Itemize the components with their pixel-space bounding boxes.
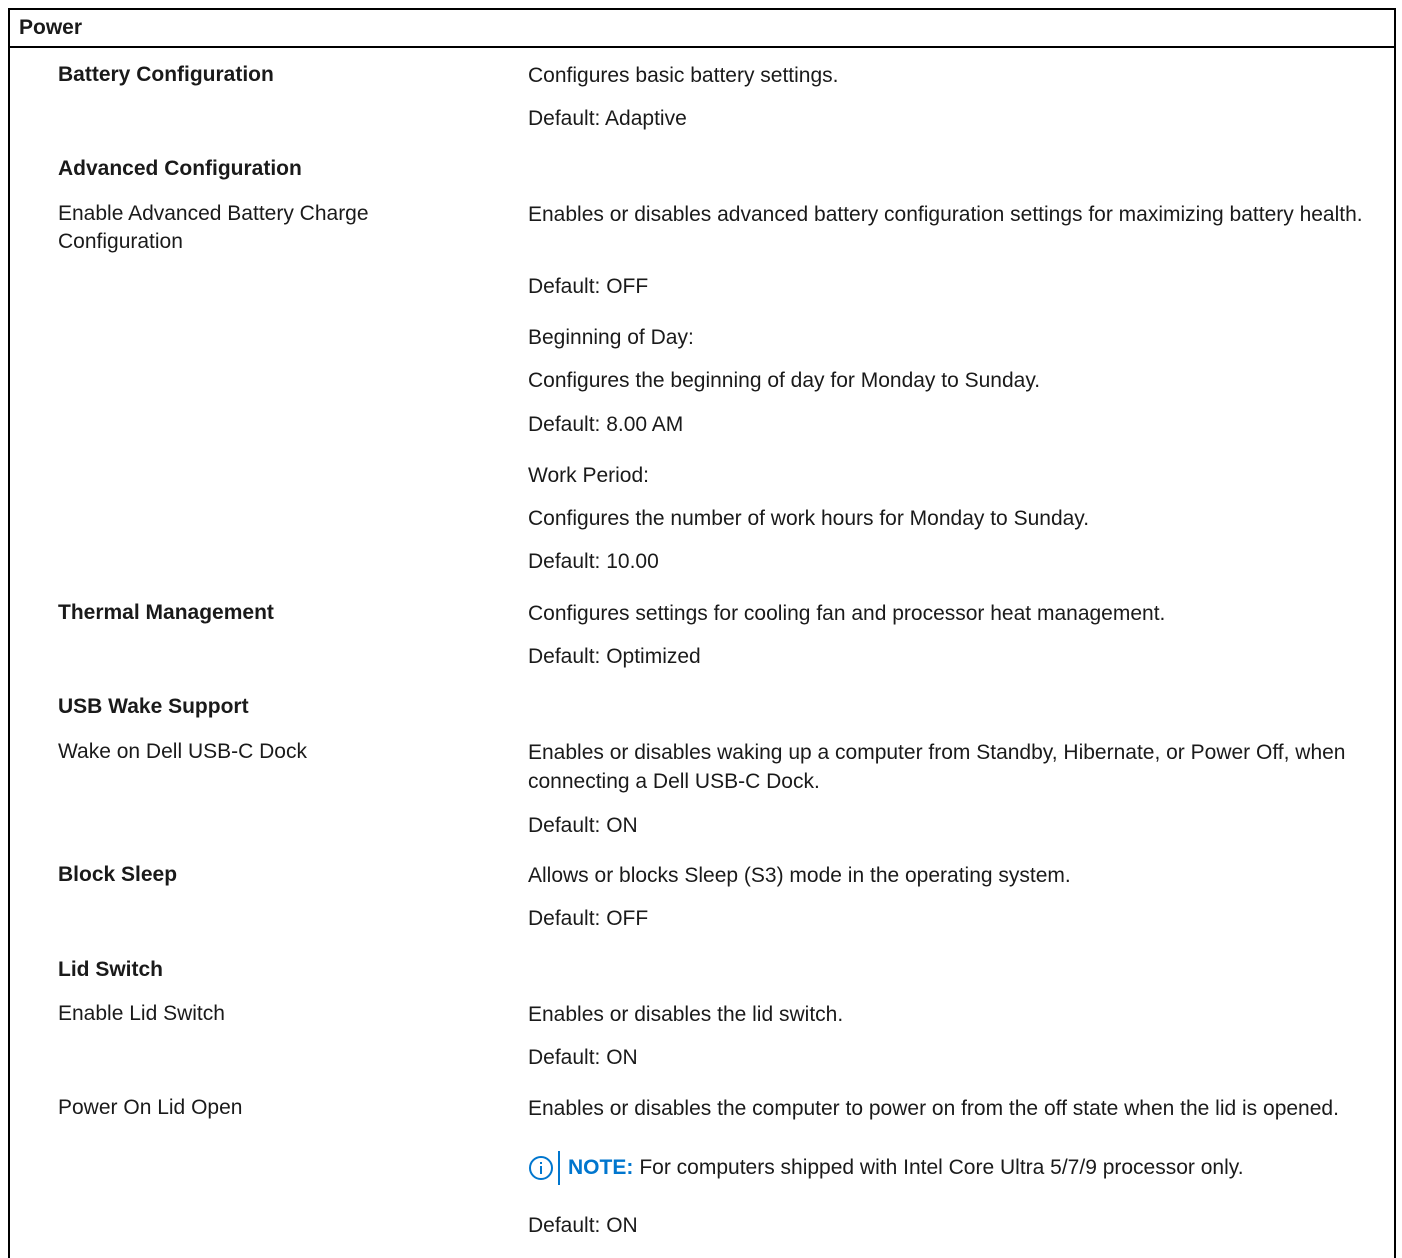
beginning-of-day-default: Default: 8.00 AM [528, 413, 684, 436]
usb-wake-support-label: USB Wake Support [58, 695, 249, 718]
info-circle-icon [528, 1155, 554, 1181]
enable-lid-switch-desc: Enables or disables the lid switch. [528, 1003, 844, 1026]
work-period-desc: Configures the number of work hours for … [528, 507, 1090, 530]
note-label: NOTE: [568, 1156, 634, 1179]
thermal-management-label: Thermal Management [58, 601, 274, 624]
advanced-battery-charge-label: Enable Advanced Battery Charge Configura… [58, 202, 369, 253]
battery-configuration-desc: Configures basic battery settings. [528, 64, 839, 87]
block-sleep-desc: Allows or blocks Sleep (S3) mode in the … [528, 864, 1071, 887]
enable-lid-switch-default: Default: ON [528, 1046, 638, 1069]
block-sleep-default: Default: OFF [528, 907, 649, 930]
note-divider [558, 1151, 560, 1185]
advanced-battery-charge-desc: Enables or disables advanced battery con… [528, 203, 1363, 226]
section-header: Power [10, 10, 1394, 48]
thermal-management-default: Default: Optimized [528, 645, 701, 668]
beginning-of-day-title: Beginning of Day: [528, 326, 694, 349]
wake-on-dock-desc: Enables or disables waking up a computer… [528, 741, 1346, 793]
power-on-lid-open-default: Default: ON [528, 1214, 638, 1237]
thermal-management-desc: Configures settings for cooling fan and … [528, 602, 1166, 625]
note-text: For computers shipped with Intel Core Ul… [639, 1156, 1244, 1179]
battery-configuration-default: Default: Adaptive [528, 107, 687, 130]
battery-configuration-label: Battery Configuration [58, 63, 274, 86]
wake-on-dock-default: Default: ON [528, 814, 638, 837]
power-on-lid-open-desc: Enables or disables the computer to powe… [528, 1097, 1339, 1120]
advanced-configuration-label: Advanced Configuration [58, 157, 302, 180]
work-period-default: Default: 10.00 [528, 550, 659, 573]
advanced-battery-charge-default: Default: OFF [528, 275, 649, 298]
block-sleep-label: Block Sleep [58, 863, 178, 886]
enable-lid-switch-label: Enable Lid Switch [58, 1002, 225, 1025]
note-callout: NOTE: For computers shipped with Intel C… [528, 1151, 1388, 1185]
beginning-of-day-desc: Configures the beginning of day for Mond… [528, 369, 1041, 392]
work-period-title: Work Period: [528, 464, 649, 487]
lid-switch-label: Lid Switch [58, 958, 163, 981]
power-on-lid-open-label: Power On Lid Open [58, 1096, 243, 1119]
power-settings-table: Power Battery Configuration Configures b… [8, 8, 1396, 1258]
wake-on-dock-label: Wake on Dell USB-C Dock [58, 740, 307, 763]
